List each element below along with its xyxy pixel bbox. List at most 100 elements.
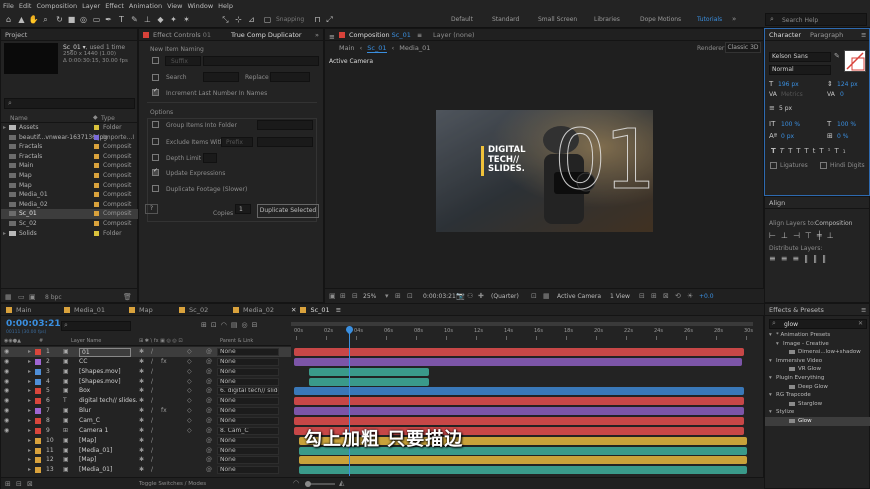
panel-menu-icon[interactable]: ≡ (861, 304, 866, 316)
layer-controls-icon[interactable]: ⊞ (651, 292, 657, 300)
timeline-layer-row[interactable]: ◉ ▸ 1 ▣ 01 ✱ / ◇ @ None (1, 347, 291, 357)
eye-icon[interactable]: ◉ (4, 357, 9, 367)
expand-arrow-icon[interactable]: ▾ (769, 408, 772, 417)
quality-switch-icon[interactable]: / (151, 347, 153, 357)
align-right-icon[interactable]: ⊣ (793, 231, 805, 240)
snap-icon[interactable]: ⊹ (233, 14, 244, 25)
workspace-standard[interactable]: Standard (492, 16, 519, 23)
superscript-icon[interactable]: T¹ (819, 147, 834, 155)
shy-switch-icon[interactable]: ✱ (139, 396, 144, 406)
timeline-tab[interactable]: Sc_02 (179, 304, 208, 316)
project-item[interactable]: ▸ Assets Folder (1, 123, 139, 133)
pick-whip-icon[interactable]: @ (206, 357, 212, 367)
pick-whip-icon[interactable]: @ (206, 446, 212, 456)
dist-vcenter-icon[interactable]: ≡ (781, 254, 793, 263)
expand-arrow-icon[interactable]: ▸ (28, 396, 31, 406)
eye-icon[interactable]: ◉ (4, 377, 9, 387)
hand-tool-icon[interactable]: ✋ (28, 14, 39, 25)
3d-switch-icon[interactable]: ◇ (187, 406, 192, 416)
replace-field[interactable] (270, 72, 310, 82)
eyedropper-icon[interactable]: ✎ (834, 52, 840, 60)
shy-switch-icon[interactable]: ✱ (139, 465, 144, 475)
time-ruler[interactable]: 00s 02s 04s 06s 08s 10s 12s 14s 16s 18s 20s 22s 24s 2… (291, 327, 753, 341)
new-folder-icon[interactable]: ▭ (18, 293, 25, 301)
render-time-icon[interactable]: ⊞ (5, 480, 11, 488)
label-color-swatch[interactable] (35, 427, 41, 434)
snapping-checkbox[interactable]: ▢ (262, 14, 273, 25)
effects-category[interactable]: ▾ Immersive Video (765, 357, 870, 366)
timeline-layer-row[interactable]: ◉ ▸ 9 ⊞ Camera 1 ✱ / ◇ @8. Cam_C (1, 426, 291, 436)
shy-switch-icon[interactable]: ✱ (139, 426, 144, 436)
help-button[interactable]: ? (145, 204, 158, 214)
layer-name[interactable]: [Media_01] (79, 465, 112, 475)
layer-search-input[interactable]: ⌕ (61, 321, 131, 331)
timeline-layer-row[interactable]: ◉ ▸ 2 ▣ CC ✱ / fx ◇ @ None (1, 357, 291, 367)
align-bottom-icon[interactable]: ⊥ (827, 231, 839, 240)
graph-editor-icon[interactable]: ⊟ (252, 321, 262, 329)
exposure-icon[interactable]: ☀ (687, 292, 693, 300)
label-color-swatch[interactable] (35, 437, 41, 444)
layer-name[interactable]: 01 (79, 348, 131, 357)
shy-switch-icon[interactable]: ✱ (139, 367, 144, 377)
eraser-tool-icon[interactable]: ◆ (155, 14, 166, 25)
crumb-sc01[interactable]: Sc_01 (367, 44, 387, 53)
pick-whip-icon[interactable]: @ (206, 465, 212, 475)
timeline-layer-row[interactable]: ▸ 10 ▣ [Map] ✱ / @ None (1, 436, 291, 446)
frame-render-icon[interactable]: ⊠ (27, 480, 33, 488)
col-type[interactable]: Type (101, 115, 115, 122)
frame-blend-icon[interactable]: ▤ (231, 321, 242, 329)
shy-icon[interactable]: ◠ (221, 321, 231, 329)
effects-category[interactable]: ▾ RG Trapcode (765, 391, 870, 400)
align-top-icon[interactable]: ⊤ (805, 231, 817, 240)
pick-whip-icon[interactable]: @ (206, 436, 212, 446)
quality-switch-icon[interactable]: / (151, 436, 153, 446)
label-color-swatch[interactable] (94, 211, 99, 217)
expand-arrow-icon[interactable]: ▸ (28, 377, 31, 387)
expand-arrow-icon[interactable]: ▾ (769, 374, 772, 383)
3d-switch-icon[interactable]: ◇ (187, 367, 192, 377)
camera-select[interactable]: Active Camera (557, 293, 601, 300)
effects-item[interactable]: VR Glow (765, 365, 870, 374)
clear-search-icon[interactable]: ✕ (858, 320, 863, 327)
eye-icon[interactable]: ◉ (4, 416, 9, 426)
col-name[interactable]: Name (10, 115, 28, 122)
menu-help[interactable]: Help (218, 2, 233, 10)
label-color-swatch[interactable] (94, 230, 99, 236)
menu-icon[interactable]: ≡ (329, 31, 335, 43)
font-family-select[interactable]: Kelson Sans (769, 52, 831, 62)
parent-select[interactable]: None (217, 436, 279, 445)
suffix-checkbox[interactable] (152, 57, 159, 64)
label-color-swatch[interactable] (94, 201, 99, 207)
expand-arrow-icon[interactable]: ▾ (776, 340, 779, 349)
expand-arrow-icon[interactable]: ▸ (28, 465, 31, 475)
fx-switch-icon[interactable]: fx (161, 406, 167, 416)
layer-duration-bar[interactable] (294, 387, 744, 396)
zoom-slider[interactable] (305, 481, 335, 487)
layer-name[interactable]: [Media_01] (79, 446, 112, 456)
align-icon[interactable]: ⤡ (220, 14, 231, 25)
layer-duration-bar[interactable] (294, 348, 744, 356)
suffix-value-field[interactable] (203, 56, 319, 66)
label-color-swatch[interactable] (35, 417, 41, 424)
3d-switch-icon[interactable]: ◇ (187, 357, 192, 367)
grid-icon[interactable]: ⊞ (395, 292, 401, 300)
effects-item[interactable]: Glow (765, 417, 870, 426)
dist-top-icon[interactable]: ≡ (769, 254, 781, 263)
fill-color-swatch[interactable] (844, 50, 866, 72)
menu-layer[interactable]: Layer (82, 2, 100, 10)
eye-icon[interactable]: ◉ (4, 347, 9, 357)
label-color-swatch[interactable] (94, 163, 99, 169)
layer-duration-bar[interactable] (294, 416, 744, 425)
layer-duration-bar[interactable] (294, 407, 744, 416)
parent-select[interactable]: None (217, 407, 279, 416)
quality-switch-icon[interactable]: / (151, 367, 153, 377)
expand-arrow-icon[interactable]: ▾ (769, 391, 772, 400)
increment-checkbox[interactable]: ✓ (152, 87, 159, 96)
renderer-select[interactable]: Classic 3D (725, 42, 761, 53)
snapshot-icon[interactable]: 📷 (456, 292, 465, 300)
expand-icon[interactable]: ⊟ (16, 480, 22, 488)
label-color-swatch[interactable] (35, 349, 41, 355)
close-icon[interactable]: ✕ (291, 306, 296, 314)
shy-switch-icon[interactable]: ✱ (139, 416, 144, 426)
exclude-prefix-field[interactable]: Prefix (221, 137, 253, 147)
